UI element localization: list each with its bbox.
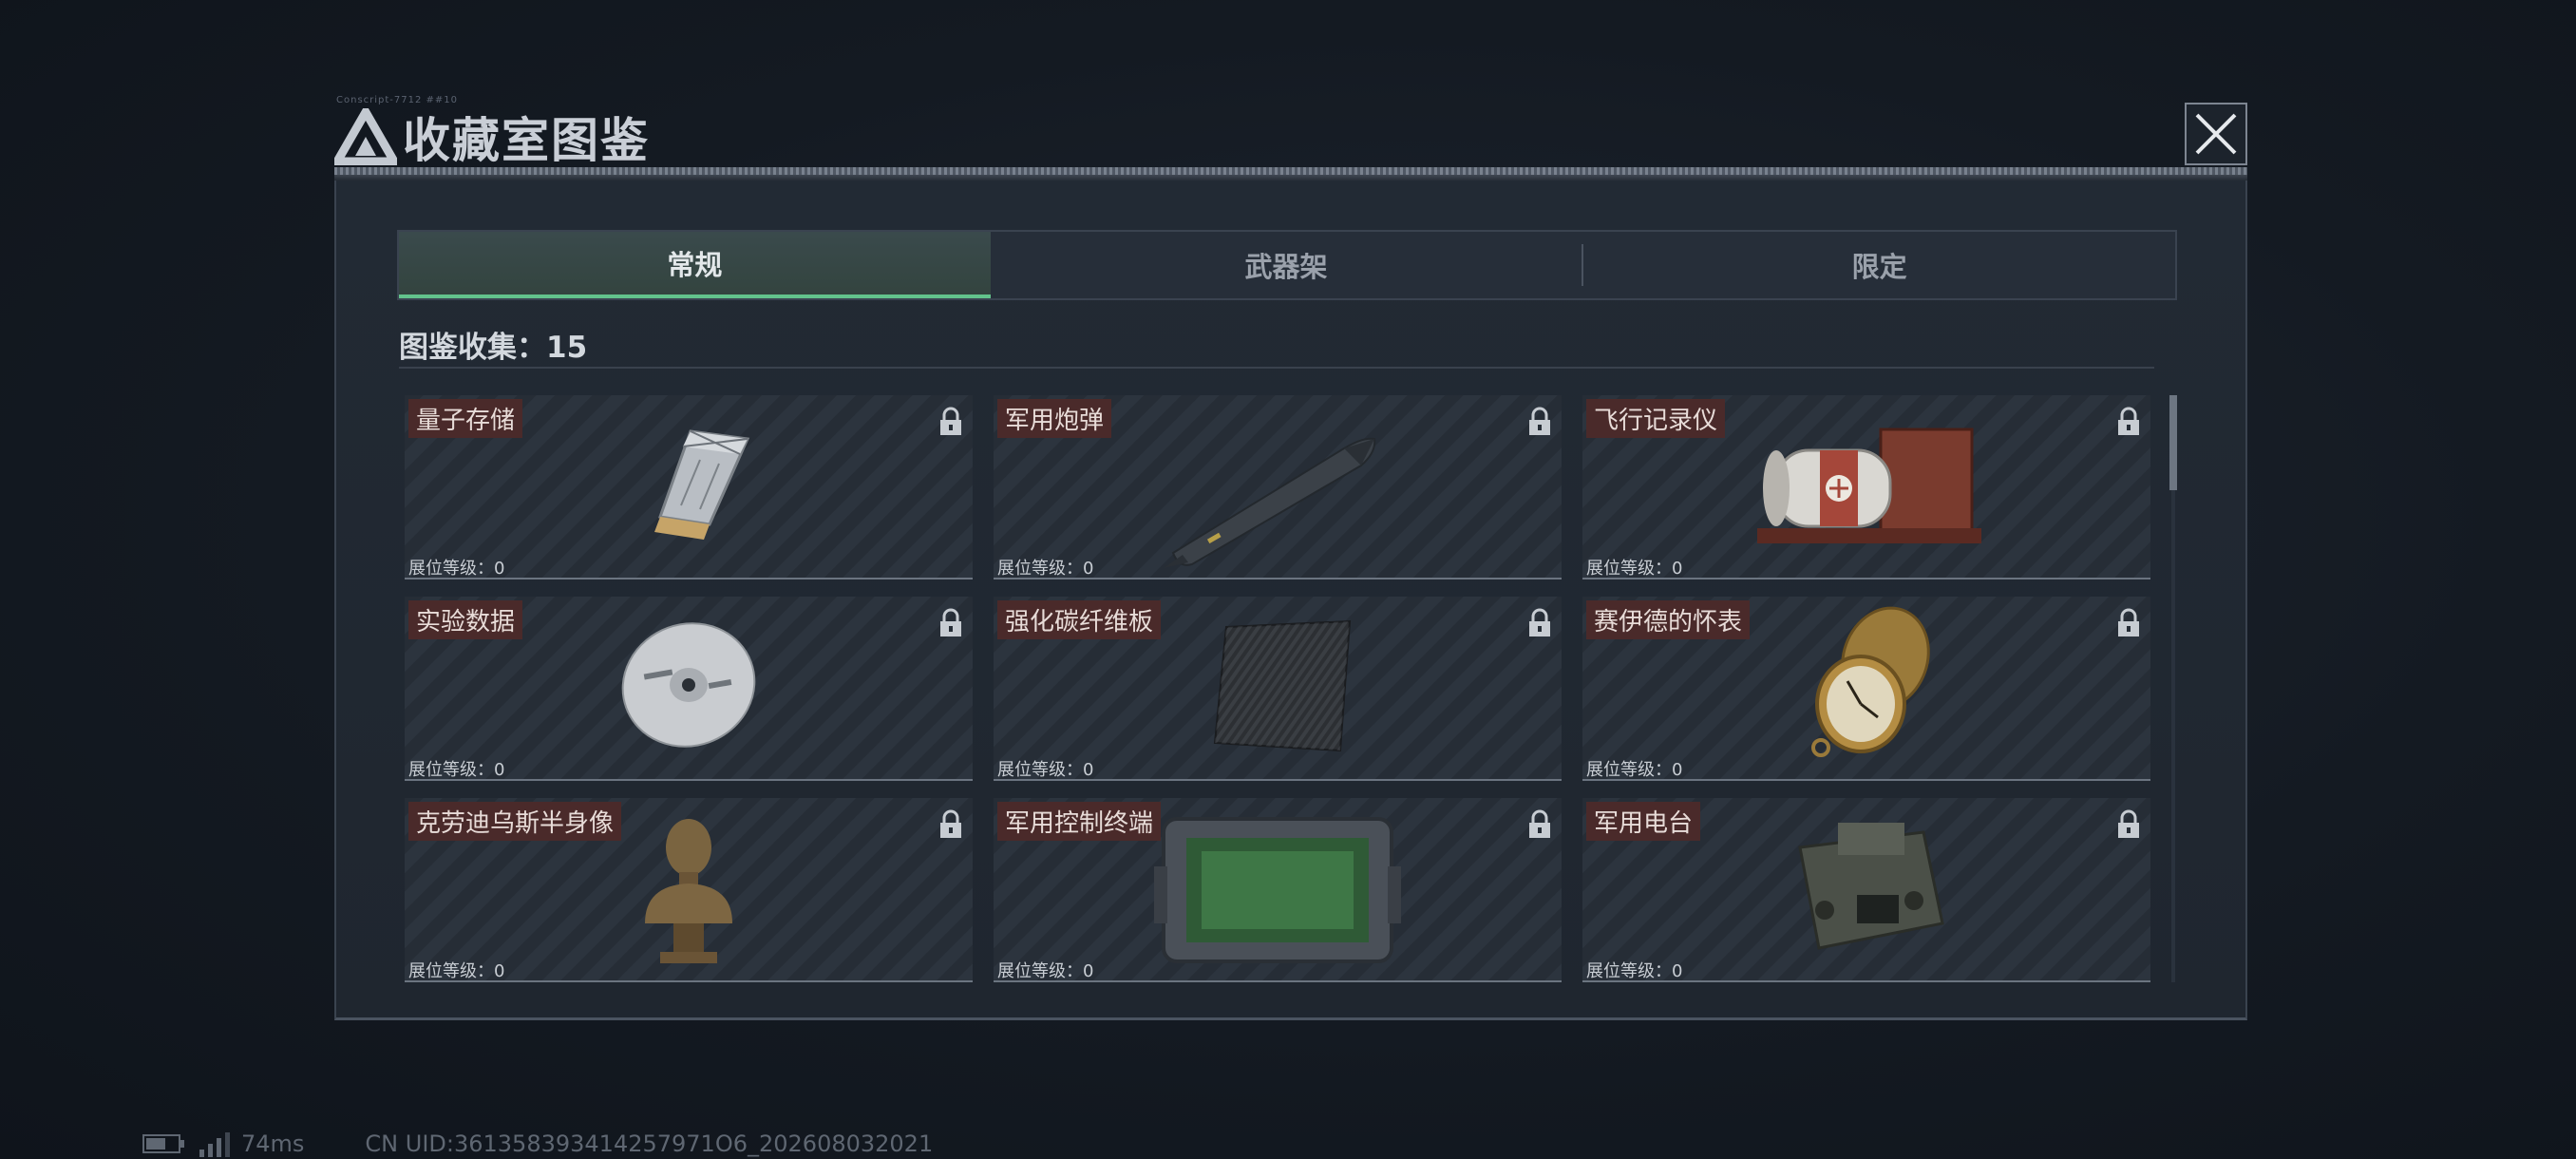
header-small-text: Conscript-7712 ##10 [336, 95, 459, 105]
item-grid: 量子存储 展位等级：0 军用炮弹 展位等级：0 飞行记录仪 展位等级：0 实验数… [405, 395, 2154, 982]
item-name: 量子存储 [408, 399, 523, 438]
lock-icon [1529, 608, 1550, 636]
ping-value: 74ms [241, 1130, 305, 1157]
lock-icon [940, 407, 961, 435]
triangle-logo-icon [334, 108, 397, 165]
signal-icon [199, 1132, 230, 1157]
user-uid: CN UID:361358393414257971O6_202608032021 [365, 1130, 934, 1157]
item-card[interactable]: 强化碳纤维板 展位等级：0 [994, 597, 1562, 781]
item-level: 展位等级：0 [408, 961, 505, 981]
lock-icon [2118, 809, 2139, 838]
item-card[interactable]: 量子存储 展位等级：0 [405, 395, 973, 580]
control-terminal-icon [1154, 817, 1401, 963]
flight-recorder-icon [1757, 428, 1981, 543]
item-card[interactable]: 赛伊德的怀表 展位等级：0 [1582, 597, 2150, 781]
status-bar: 74ms CN UID:361358393414257971O6_2026080… [142, 1130, 933, 1157]
item-level: 展位等级：0 [408, 760, 505, 780]
close-icon [2195, 113, 2237, 155]
disc-icon [621, 622, 756, 748]
item-card[interactable]: 实验数据 展位等级：0 [405, 597, 973, 781]
missile-icon [1164, 437, 1376, 568]
lock-icon [940, 809, 961, 838]
tab-bar: 常规 武器架 限定 [397, 230, 2177, 300]
scrollbar-thumb[interactable] [2169, 395, 2177, 490]
pocket-watch-icon [1811, 606, 1930, 758]
lock-icon [2118, 407, 2139, 435]
item-card[interactable]: 军用电台 展位等级：0 [1582, 798, 2150, 982]
header-divider [334, 167, 2247, 175]
carbon-plate-icon [1213, 619, 1352, 752]
item-level: 展位等级：0 [1586, 961, 1683, 981]
item-level: 展位等级：0 [997, 559, 1094, 579]
lock-icon [2118, 608, 2139, 636]
item-level: 展位等级：0 [408, 559, 505, 579]
tab-label: 常规 [667, 249, 723, 281]
tab-label: 限定 [1851, 251, 1907, 283]
lock-icon [1529, 809, 1550, 838]
item-card[interactable]: 军用炮弹 展位等级：0 [994, 395, 1562, 580]
tab-limited[interactable]: 限定 [1583, 232, 2175, 298]
collection-count: 图鉴收集：15 [399, 331, 588, 365]
item-name: 强化碳纤维板 [997, 600, 1162, 639]
item-name: 实验数据 [408, 600, 523, 639]
item-card[interactable]: 克劳迪乌斯半身像 展位等级：0 [405, 798, 973, 982]
item-level: 展位等级：0 [997, 961, 1094, 981]
tab-label: 武器架 [1244, 251, 1328, 283]
battery-icon [142, 1134, 184, 1153]
tab-weapon-rack[interactable]: 武器架 [991, 232, 1582, 298]
lock-icon [1529, 407, 1550, 435]
page-header: Conscript-7712 ##10 收藏室图鉴 [334, 95, 650, 175]
item-level: 展位等级：0 [1586, 559, 1683, 579]
item-name: 赛伊德的怀表 [1586, 600, 1751, 639]
radio-icon [1798, 823, 1944, 950]
divider [399, 367, 2154, 369]
item-name: 军用电台 [1586, 802, 1701, 841]
item-level: 展位等级：0 [1586, 760, 1683, 780]
item-name: 飞行记录仪 [1586, 399, 1726, 438]
item-level: 展位等级：0 [997, 760, 1094, 780]
page-title: 收藏室图鉴 [403, 113, 650, 168]
close-button[interactable] [2185, 103, 2247, 165]
item-name: 军用炮弹 [997, 399, 1112, 438]
item-card[interactable]: 军用控制终端 展位等级：0 [994, 798, 1562, 982]
item-name: 克劳迪乌斯半身像 [408, 802, 622, 841]
bust-icon [645, 819, 732, 963]
item-card[interactable]: 飞行记录仪 展位等级：0 [1582, 395, 2150, 580]
tab-regular[interactable]: 常规 [399, 232, 991, 298]
item-name: 军用控制终端 [997, 802, 1162, 841]
usb-drive-icon [653, 429, 750, 541]
lock-icon [940, 608, 961, 636]
